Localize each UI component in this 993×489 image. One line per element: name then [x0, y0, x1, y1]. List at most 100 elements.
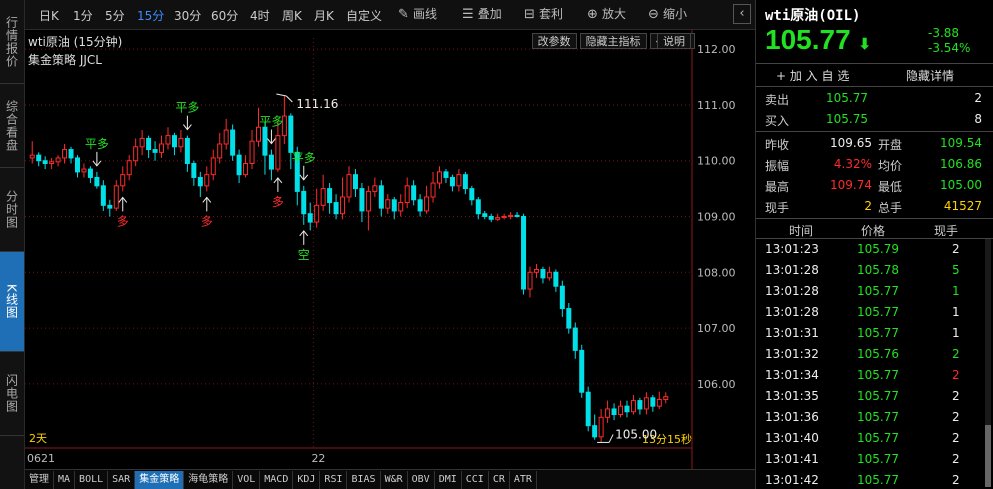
candle[interactable]: [87, 166, 93, 184]
candle[interactable]: [553, 269, 559, 292]
candle[interactable]: [378, 180, 384, 217]
candle[interactable]: [605, 400, 611, 423]
candle[interactable]: [663, 392, 669, 404]
candle[interactable]: [598, 408, 604, 443]
overlay-button[interactable]: ☰ 叠加: [462, 5, 502, 22]
period-month[interactable]: 月K: [314, 7, 334, 24]
candle[interactable]: [126, 155, 132, 181]
candle[interactable]: [49, 157, 55, 170]
candle[interactable]: [533, 263, 539, 278]
candle[interactable]: [204, 166, 210, 192]
candle[interactable]: [469, 185, 475, 206]
candle[interactable]: [514, 212, 520, 218]
candle[interactable]: [107, 199, 113, 217]
candle[interactable]: [249, 130, 255, 170]
candle[interactable]: [262, 121, 268, 175]
candle[interactable]: [572, 322, 578, 359]
candle[interactable]: [398, 194, 404, 217]
kline-chart[interactable]: 112.00 111.00 110.00 109.00 108.00 107.00 106.…: [25, 30, 755, 489]
indicator-tab[interactable]: DMI: [435, 470, 462, 489]
collapse-button[interactable]: ‹: [733, 4, 751, 24]
zoom-out-button[interactable]: ⊖ 缩小: [648, 5, 687, 22]
candle[interactable]: [656, 391, 662, 409]
indicator-tab[interactable]: 管理: [25, 470, 54, 489]
candle[interactable]: [81, 163, 87, 178]
candle[interactable]: [566, 302, 572, 334]
indicator-tab[interactable]: BIAS: [347, 470, 381, 489]
candle[interactable]: [482, 210, 488, 220]
period-30m[interactable]: 30分: [174, 7, 201, 24]
candle[interactable]: [223, 118, 229, 150]
tick-scrollbar[interactable]: [985, 239, 991, 487]
candle[interactable]: [94, 171, 100, 189]
candle[interactable]: [546, 266, 552, 281]
candle[interactable]: [197, 171, 203, 197]
candle[interactable]: [365, 185, 371, 231]
candle[interactable]: [307, 202, 313, 231]
zoom-in-button[interactable]: ⊕ 放大: [587, 5, 626, 22]
candle[interactable]: [521, 213, 527, 295]
candle[interactable]: [230, 124, 236, 161]
candle[interactable]: [508, 212, 514, 220]
period-custom[interactable]: 自定义: [346, 7, 382, 24]
candle[interactable]: [585, 386, 591, 432]
candle[interactable]: [29, 141, 35, 164]
candle[interactable]: [165, 127, 171, 150]
candle[interactable]: [236, 149, 242, 184]
candle[interactable]: [385, 194, 391, 214]
indicator-tab[interactable]: 海龟策略: [184, 470, 234, 489]
candle[interactable]: [411, 180, 417, 206]
help-button[interactable]: 说明: [657, 33, 691, 49]
indicator-tab[interactable]: SAR: [108, 470, 136, 489]
draw-line-button[interactable]: ✎ 画线: [398, 5, 437, 22]
indicator-tab[interactable]: VOL: [233, 470, 261, 489]
candle[interactable]: [333, 194, 339, 220]
candle[interactable]: [120, 166, 126, 192]
candle[interactable]: [327, 183, 333, 214]
candle[interactable]: [74, 155, 80, 178]
candle[interactable]: [42, 156, 48, 170]
candle[interactable]: [275, 121, 281, 172]
candle[interactable]: [191, 160, 197, 186]
candle[interactable]: [430, 171, 436, 203]
candle[interactable]: [352, 169, 358, 197]
candle[interactable]: [443, 169, 449, 184]
period-day[interactable]: 日K: [39, 7, 59, 24]
candle[interactable]: [55, 155, 61, 167]
candle[interactable]: [243, 155, 249, 178]
tab-timeshare[interactable]: 分时图: [0, 168, 24, 252]
candle[interactable]: [314, 188, 320, 228]
candle[interactable]: [592, 414, 598, 440]
candle[interactable]: [146, 135, 152, 158]
candle[interactable]: [359, 183, 365, 223]
tab-overview[interactable]: 综合看盘: [0, 84, 24, 168]
period-1m[interactable]: 1分: [73, 7, 93, 24]
tab-quotes[interactable]: 行情报价: [0, 0, 24, 84]
indicator-tab[interactable]: ATR: [510, 470, 537, 489]
candle[interactable]: [36, 152, 42, 167]
arbitrage-button[interactable]: ⊟ 套利: [524, 5, 563, 22]
candle[interactable]: [210, 149, 216, 181]
indicator-tab[interactable]: W&R: [381, 470, 408, 489]
candle[interactable]: [133, 138, 139, 167]
candle[interactable]: [618, 400, 624, 418]
candle[interactable]: [268, 149, 274, 181]
indicator-tab[interactable]: BOLL: [75, 470, 109, 489]
period-week[interactable]: 周K: [282, 7, 302, 24]
candle[interactable]: [579, 344, 585, 398]
params-button[interactable]: 改参数: [531, 33, 577, 49]
candle[interactable]: [475, 196, 481, 220]
candle[interactable]: [437, 166, 443, 189]
period-60m[interactable]: 60分: [211, 7, 238, 24]
indicator-tab[interactable]: RSI: [320, 470, 348, 489]
candle[interactable]: [372, 177, 378, 197]
candle[interactable]: [630, 395, 636, 415]
hide-detail-button[interactable]: 隐藏详情: [906, 67, 954, 84]
candle[interactable]: [488, 213, 494, 223]
add-watchlist-button[interactable]: + 加 入 自 选: [776, 67, 849, 84]
candle[interactable]: [340, 177, 346, 220]
candle[interactable]: [301, 185, 307, 225]
candle[interactable]: [611, 403, 617, 421]
candle[interactable]: [139, 130, 145, 156]
tab-flash[interactable]: 闪电图: [0, 352, 24, 436]
